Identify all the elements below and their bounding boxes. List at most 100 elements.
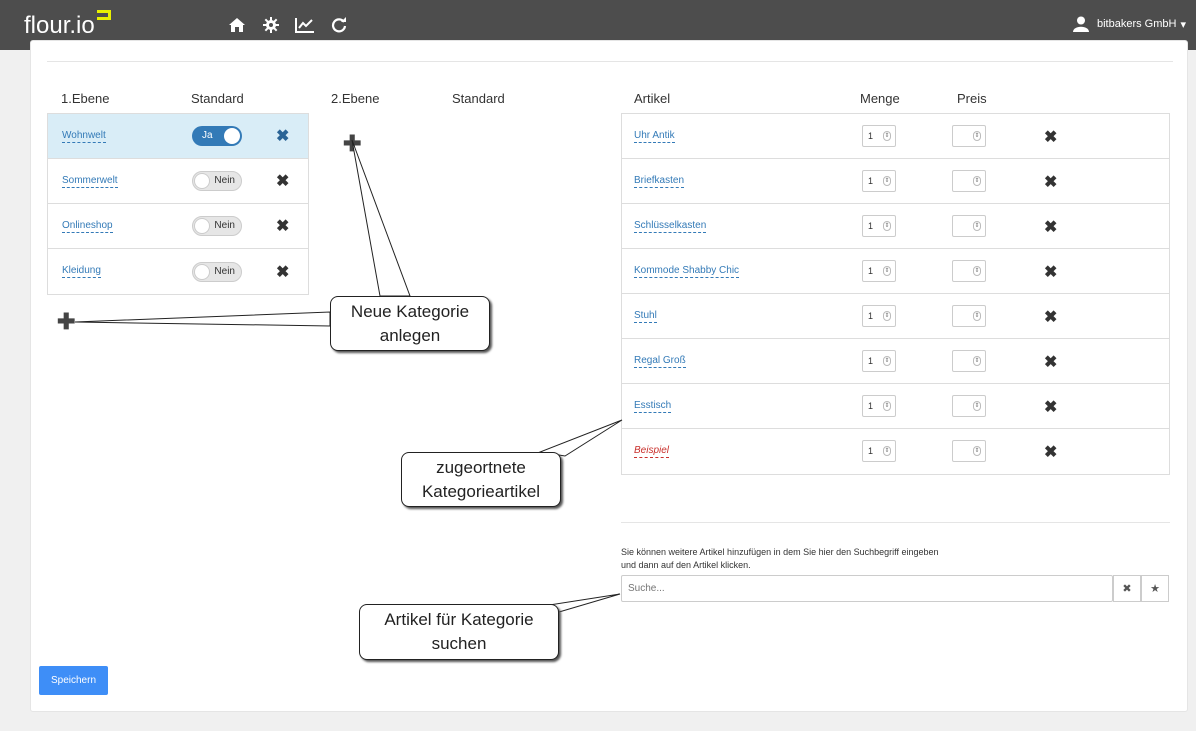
quantity-value: 1 bbox=[868, 266, 874, 276]
spinner-icon[interactable]: ⇕ bbox=[973, 356, 981, 366]
spinner-icon[interactable]: ⇕ bbox=[973, 311, 981, 321]
spinner-icon[interactable]: ⇕ bbox=[883, 311, 891, 321]
quantity-value: 1 bbox=[868, 221, 874, 231]
spinner-icon[interactable]: ⇕ bbox=[883, 266, 891, 276]
delete-icon[interactable]: ✖ bbox=[1044, 307, 1057, 327]
article-row: Esstisch 1 ⇕ ⇕ ✖ bbox=[622, 384, 1169, 429]
main-panel: 1.Ebene Standard 2.Ebene Standard Artike… bbox=[30, 40, 1188, 712]
chart-icon[interactable] bbox=[288, 12, 322, 38]
article-link[interactable]: Briefkasten bbox=[634, 175, 685, 188]
category-row-kleidung[interactable]: Kleidung Nein ✖ bbox=[48, 249, 308, 294]
refresh-icon[interactable] bbox=[322, 12, 356, 38]
help-line: Sie können weitere Artikel hinzufügen in… bbox=[621, 547, 939, 557]
spinner-icon[interactable]: ⇕ bbox=[973, 176, 981, 186]
delete-icon[interactable]: ✖ bbox=[1044, 127, 1057, 147]
delete-icon[interactable]: ✖ bbox=[1044, 172, 1057, 192]
articles-header: Artikel bbox=[634, 91, 671, 106]
spinner-icon[interactable]: ⇕ bbox=[973, 401, 981, 411]
quantity-stepper[interactable]: 1 ⇕ bbox=[862, 395, 896, 417]
save-button[interactable]: Speichern bbox=[39, 666, 108, 695]
price-input[interactable]: ⇕ bbox=[952, 440, 986, 462]
search-input[interactable] bbox=[621, 575, 1113, 602]
nav-icons bbox=[220, 12, 356, 38]
quantity-stepper[interactable]: 1 ⇕ bbox=[862, 260, 896, 282]
quantity-stepper[interactable]: 1 ⇕ bbox=[862, 305, 896, 327]
quantity-value: 1 bbox=[868, 356, 874, 366]
spinner-icon[interactable]: ⇕ bbox=[883, 356, 891, 366]
price-input[interactable]: ⇕ bbox=[952, 215, 986, 237]
delete-icon[interactable]: ✖ bbox=[276, 126, 289, 146]
user-menu[interactable]: bitbakers GmbH ▾ bbox=[1072, 16, 1186, 32]
add-level1-category-icon[interactable]: ✚ bbox=[57, 311, 75, 333]
spinner-icon[interactable]: ⇕ bbox=[973, 131, 981, 141]
delete-icon[interactable]: ✖ bbox=[1044, 397, 1057, 417]
quantity-stepper[interactable]: 1 ⇕ bbox=[862, 170, 896, 192]
delete-icon[interactable]: ✖ bbox=[1044, 262, 1057, 282]
article-link[interactable]: Stuhl bbox=[634, 310, 657, 323]
gear-icon[interactable] bbox=[254, 12, 288, 38]
category-row-wohnwelt[interactable]: Wohnwelt Ja ✖ bbox=[48, 114, 308, 159]
spinner-icon[interactable]: ⇕ bbox=[973, 266, 981, 276]
article-link[interactable]: Esstisch bbox=[634, 400, 672, 413]
level2-header: 2.Ebene bbox=[331, 91, 380, 106]
toggle-label: Nein bbox=[214, 175, 235, 186]
price-input[interactable]: ⇕ bbox=[952, 350, 986, 372]
help-line: und dann auf den Artikel klicken. bbox=[621, 560, 751, 570]
spinner-icon[interactable]: ⇕ bbox=[973, 446, 981, 456]
delete-icon[interactable]: ✖ bbox=[1044, 442, 1057, 462]
article-link[interactable]: Beispiel bbox=[634, 445, 670, 458]
quantity-stepper[interactable]: 1 ⇕ bbox=[862, 125, 896, 147]
quantity-stepper[interactable]: 1 ⇕ bbox=[862, 215, 896, 237]
spinner-icon[interactable]: ⇕ bbox=[973, 221, 981, 231]
level1-standard-header: Standard bbox=[191, 91, 244, 106]
spinner-icon[interactable]: ⇕ bbox=[883, 131, 891, 141]
article-row: Uhr Antik 1 ⇕ ⇕ ✖ bbox=[622, 114, 1169, 159]
clear-search-icon[interactable]: ✖ bbox=[1113, 575, 1141, 602]
article-link[interactable]: Schlüsselkasten bbox=[634, 220, 707, 233]
price-input[interactable]: ⇕ bbox=[952, 260, 986, 282]
article-row: Regal Groß 1 ⇕ ⇕ ✖ bbox=[622, 339, 1169, 384]
article-link[interactable]: Uhr Antik bbox=[634, 130, 675, 143]
user-icon bbox=[1072, 16, 1089, 32]
category-row-sommerwelt[interactable]: Sommerwelt Nein ✖ bbox=[48, 159, 308, 204]
price-header: Preis bbox=[957, 91, 987, 106]
quantity-header: Menge bbox=[860, 91, 900, 106]
delete-icon[interactable]: ✖ bbox=[1044, 217, 1057, 237]
callout-search-articles: Artikel für Kategorie suchen bbox=[359, 604, 559, 660]
spinner-icon[interactable]: ⇕ bbox=[883, 401, 891, 411]
delete-icon[interactable]: ✖ bbox=[276, 171, 289, 191]
price-input[interactable]: ⇕ bbox=[952, 395, 986, 417]
category-link[interactable]: Onlineshop bbox=[62, 220, 113, 233]
standard-toggle[interactable]: Nein bbox=[192, 171, 242, 191]
delete-icon[interactable]: ✖ bbox=[276, 262, 289, 282]
level1-header: 1.Ebene bbox=[61, 91, 110, 106]
delete-icon[interactable]: ✖ bbox=[276, 216, 289, 236]
price-input[interactable]: ⇕ bbox=[952, 125, 986, 147]
quantity-stepper[interactable]: 1 ⇕ bbox=[862, 440, 896, 462]
category-row-onlineshop[interactable]: Onlineshop Nein ✖ bbox=[48, 204, 308, 249]
brand-logo[interactable]: flour.io bbox=[24, 12, 95, 40]
callout-text: anlegen bbox=[379, 326, 441, 345]
star-icon[interactable]: ★ bbox=[1141, 575, 1169, 602]
callout-new-category: Neue Kategorie anlegen bbox=[330, 296, 490, 351]
delete-icon[interactable]: ✖ bbox=[1044, 352, 1057, 372]
add-level2-category-icon[interactable]: ✚ bbox=[343, 133, 361, 155]
price-input[interactable]: ⇕ bbox=[952, 170, 986, 192]
price-input[interactable]: ⇕ bbox=[952, 305, 986, 327]
spinner-icon[interactable]: ⇕ bbox=[883, 176, 891, 186]
callout-text: Neue Kategorie bbox=[350, 302, 470, 321]
quantity-value: 1 bbox=[868, 131, 874, 141]
article-link[interactable]: Kommode Shabby Chic bbox=[634, 265, 740, 278]
category-link[interactable]: Wohnwelt bbox=[62, 130, 106, 143]
article-link[interactable]: Regal Groß bbox=[634, 355, 686, 368]
standard-toggle[interactable]: Nein bbox=[192, 261, 242, 282]
category-link[interactable]: Kleidung bbox=[62, 265, 101, 278]
quantity-stepper[interactable]: 1 ⇕ bbox=[862, 350, 896, 372]
home-icon[interactable] bbox=[220, 12, 254, 38]
standard-toggle[interactable]: Nein bbox=[192, 216, 242, 236]
spinner-icon[interactable]: ⇕ bbox=[883, 221, 891, 231]
article-row: Beispiel 1 ⇕ ⇕ ✖ bbox=[622, 429, 1169, 474]
spinner-icon[interactable]: ⇕ bbox=[883, 446, 891, 456]
category-link[interactable]: Sommerwelt bbox=[62, 175, 118, 188]
standard-toggle[interactable]: Ja bbox=[192, 126, 242, 146]
